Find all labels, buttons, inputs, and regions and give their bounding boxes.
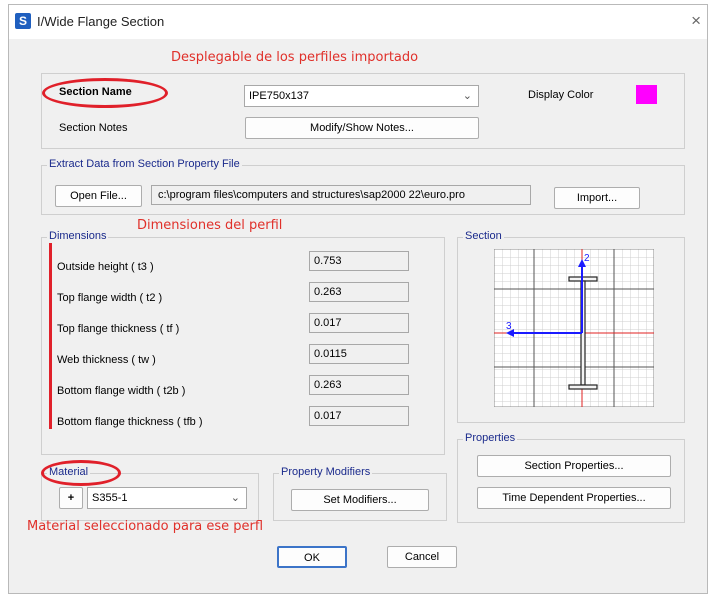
axis-3-label: 3: [506, 321, 512, 332]
section-notes-label: Section Notes: [59, 122, 128, 134]
time-dependent-properties-button[interactable]: Time Dependent Properties...: [477, 487, 671, 509]
close-icon[interactable]: ×: [691, 11, 701, 31]
chevron-down-icon: ⌄: [230, 492, 240, 504]
annotation-dimensions-bar: [49, 243, 52, 429]
dimensions-group-label: Dimensions: [47, 230, 109, 242]
dimension-label-t2: Top flange width ( t2 ): [57, 292, 163, 304]
open-file-button[interactable]: Open File...: [55, 185, 142, 207]
properties-group-label: Properties: [463, 432, 518, 444]
add-material-button[interactable]: +: [59, 487, 83, 509]
material-value: S355-1: [92, 492, 128, 504]
dimension-label-tf: Top flange thickness ( tf ): [57, 323, 180, 335]
modify-notes-button[interactable]: Modify/Show Notes...: [245, 117, 479, 139]
dimension-input-t3[interactable]: 0.753: [309, 251, 409, 271]
dialog-window: S I/Wide Flange Section × Desplegable de…: [8, 4, 708, 594]
section-name-select[interactable]: IPE750x137 ⌄: [244, 85, 479, 107]
file-path-field: c:\program files\computers and structure…: [151, 185, 531, 205]
extract-group-label: Extract Data from Section Property File: [47, 158, 242, 170]
material-select[interactable]: S355-1 ⌄: [87, 487, 247, 509]
section-preview-canvas: 2 3: [493, 248, 655, 408]
app-icon: S: [15, 13, 31, 29]
set-modifiers-button[interactable]: Set Modifiers...: [291, 489, 429, 511]
annotation-oval-material: [41, 460, 121, 486]
section-preview-label: Section: [463, 230, 504, 242]
dimension-input-tfb[interactable]: 0.017: [309, 406, 409, 426]
title-bar: S I/Wide Flange Section ×: [9, 5, 707, 39]
dimension-input-t2[interactable]: 0.263: [309, 282, 409, 302]
section-name-value: IPE750x137: [249, 90, 309, 102]
dimension-label-t3: Outside height ( t3 ): [57, 261, 154, 273]
ok-button[interactable]: OK: [277, 546, 347, 568]
annotation-dimensions-note: Dimensiones del perfil: [137, 218, 283, 233]
dimension-label-tfb: Bottom flange thickness ( tfb ): [57, 416, 203, 428]
dimension-label-tw: Web thickness ( tw ): [57, 354, 156, 366]
dimension-input-tw[interactable]: 0.0115: [309, 344, 409, 364]
cancel-button[interactable]: Cancel: [387, 546, 457, 568]
chevron-down-icon: ⌄: [462, 90, 472, 102]
display-color-label: Display Color: [528, 89, 594, 101]
section-drawing: 2 3: [493, 248, 655, 408]
display-color-swatch[interactable]: [636, 85, 657, 104]
dimension-input-t2b[interactable]: 0.263: [309, 375, 409, 395]
dimension-input-tf[interactable]: 0.017: [309, 313, 409, 333]
import-button[interactable]: Import...: [554, 187, 640, 209]
window-title: I/Wide Flange Section: [37, 14, 165, 29]
axis-2-label: 2: [584, 253, 590, 264]
dimension-label-t2b: Bottom flange width ( t2b ): [57, 385, 186, 397]
properties-group: [457, 439, 685, 523]
annotation-dropdown-note: Desplegable de los perfiles importado: [171, 50, 419, 65]
annotation-oval-section-name: [42, 78, 168, 108]
section-properties-button[interactable]: Section Properties...: [477, 455, 671, 477]
preview-grid: [493, 248, 655, 408]
property-modifiers-label: Property Modifiers: [279, 466, 373, 478]
annotation-material-note: Material seleccionado para ese perfl: [27, 519, 264, 534]
